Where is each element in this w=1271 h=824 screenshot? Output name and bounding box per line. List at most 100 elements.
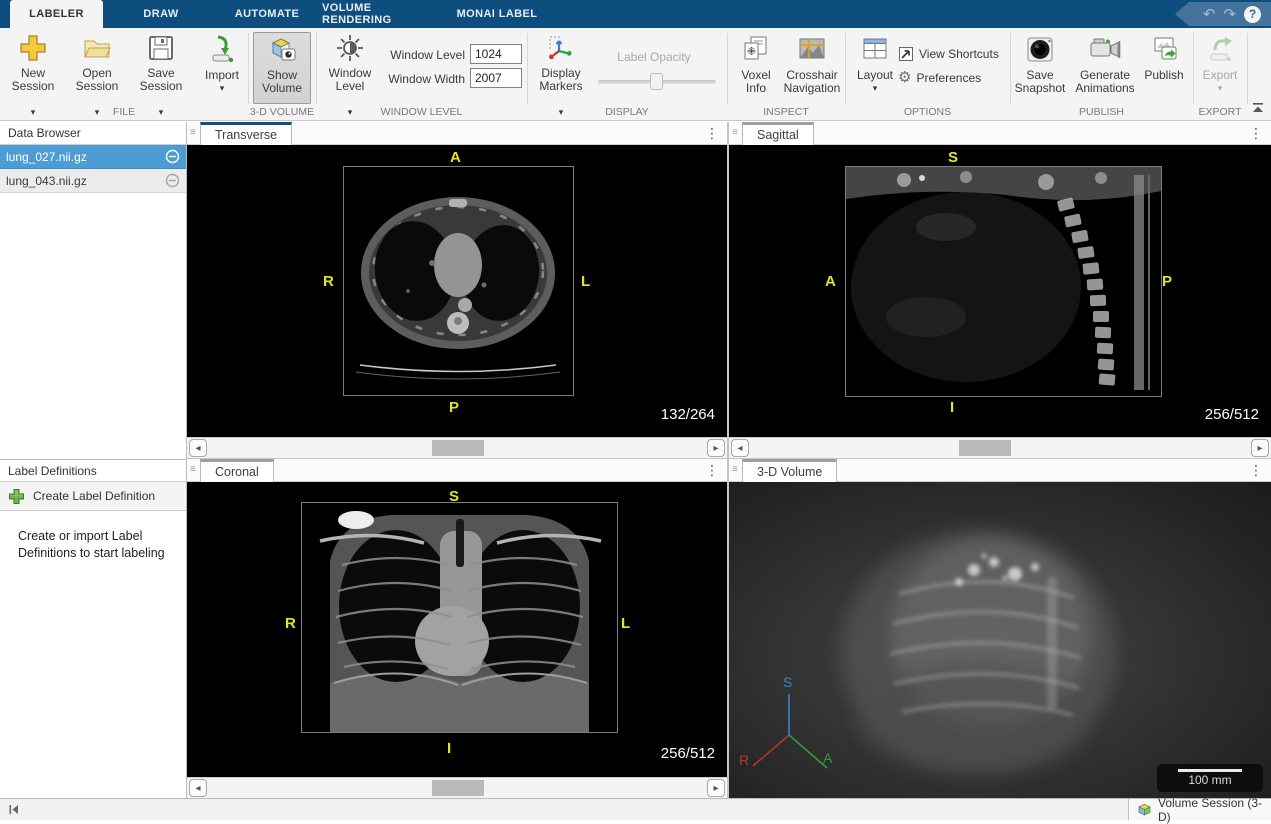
tab-automate[interactable]: AUTOMATE xyxy=(214,0,320,28)
save-session-button[interactable]: Save Session ▾ xyxy=(133,32,189,104)
volume-session-cube-icon xyxy=(1137,802,1152,817)
panel-grip-icon[interactable]: ≡ xyxy=(732,127,738,138)
label-opacity-slider-thumb[interactable] xyxy=(650,73,663,90)
axis-label-superior: S xyxy=(783,674,792,690)
scroll-left-button[interactable]: ◂ xyxy=(189,779,207,797)
voxel-info-icon xyxy=(741,33,771,65)
remove-item-icon[interactable] xyxy=(165,173,180,188)
save-floppy-icon xyxy=(146,33,176,63)
voxel-info-button[interactable]: Voxel Info xyxy=(731,32,781,104)
window-level-input[interactable] xyxy=(470,44,522,64)
view-shortcuts-button[interactable]: View Shortcuts xyxy=(898,46,999,62)
sagittal-viewport[interactable]: S A P I 256/512 xyxy=(729,145,1271,437)
import-label: Import xyxy=(205,69,239,82)
window-level-button[interactable]: Window Level ▾ xyxy=(322,32,378,104)
volume3d-viewport[interactable]: S R A 100 mm xyxy=(729,482,1271,798)
panel-grip-icon[interactable]: ≡ xyxy=(732,464,738,475)
sagittal-slice-indicator: 256/512 xyxy=(1205,406,1259,423)
transverse-viewport[interactable]: A R L P 132/264 xyxy=(187,145,727,437)
preferences-button[interactable]: ⚙ Preferences xyxy=(898,70,981,85)
scroll-left-button[interactable]: ◂ xyxy=(731,439,749,457)
transverse-slice-scrollbar[interactable]: ◂ ▸ xyxy=(187,437,727,458)
axis-label-anterior: A xyxy=(823,750,832,766)
data-browser-title: Data Browser xyxy=(8,126,81,140)
transverse-tab[interactable]: Transverse xyxy=(200,122,292,145)
transverse-tab-label: Transverse xyxy=(215,128,277,142)
show-volume-toggle[interactable]: Show Volume xyxy=(253,32,311,104)
viewport-grid: ≡ Transverse ⋮ xyxy=(187,122,1271,798)
crosshair-navigation-button[interactable]: Crosshair Navigation xyxy=(783,32,841,104)
volume3d-tab[interactable]: 3-D Volume xyxy=(742,459,837,482)
label-definitions-empty-text: Create or import Label Definitions to st… xyxy=(18,528,174,562)
import-button[interactable]: Import ▾ xyxy=(198,32,246,104)
sagittal-slice-scrollbar[interactable]: ◂ ▸ xyxy=(729,437,1271,458)
panel-grip-icon[interactable]: ≡ xyxy=(190,127,196,138)
import-caret-icon: ▾ xyxy=(220,82,225,95)
ribbon-divider xyxy=(527,33,528,104)
tab-draw[interactable]: DRAW xyxy=(125,0,197,28)
coronal-tab[interactable]: Coronal xyxy=(200,459,274,482)
show-volume-label: Show Volume xyxy=(254,69,310,95)
orientation-label-posterior: P xyxy=(449,399,459,416)
redo-icon[interactable]: ↷ xyxy=(1223,7,1236,22)
data-browser-header: Data Browser xyxy=(0,122,186,145)
layout-button[interactable]: Layout ▾ xyxy=(852,32,898,104)
crosshair-navigation-icon xyxy=(797,33,827,65)
publish-button[interactable]: Publish xyxy=(1140,32,1188,104)
scrollbar-thumb[interactable] xyxy=(432,440,484,456)
sagittal-panel: ≡ Sagittal ⋮ xyxy=(729,122,1271,458)
data-item-lung-027[interactable]: lung_027.nii.gz xyxy=(0,145,186,169)
options-section-label: OPTIONS xyxy=(845,106,1010,118)
tab-volume-rendering[interactable]: VOLUME RENDERING xyxy=(322,0,440,28)
show-volume-cube-icon xyxy=(267,33,297,65)
ribbon-divider xyxy=(316,33,317,104)
panel-menu-icon[interactable]: ⋮ xyxy=(1249,125,1263,142)
create-label-definition-label: Create Label Definition xyxy=(33,489,155,503)
layout-caret-icon: ▾ xyxy=(873,82,878,95)
create-label-definition-button[interactable]: Create Label Definition xyxy=(0,482,186,511)
coronal-viewport[interactable]: S R L I 256/512 xyxy=(187,482,727,776)
open-session-button[interactable]: Open Session ▾ xyxy=(69,32,125,104)
collapse-sidebar-icon[interactable] xyxy=(7,803,20,821)
scale-bar: 100 mm xyxy=(1157,764,1263,792)
generate-animations-label: Generate Animations xyxy=(1073,69,1137,95)
panel-menu-icon[interactable]: ⋮ xyxy=(705,462,719,479)
scrollbar-thumb[interactable] xyxy=(432,780,484,796)
sagittal-tab[interactable]: Sagittal xyxy=(742,122,814,145)
tab-labeler[interactable]: LABELER xyxy=(10,0,103,28)
scrollbar-thumb[interactable] xyxy=(959,440,1011,456)
panel-menu-icon[interactable]: ⋮ xyxy=(1249,462,1263,479)
panel-grip-icon[interactable]: ≡ xyxy=(190,464,196,475)
orientation-label-anterior: A xyxy=(450,149,461,166)
scroll-right-button[interactable]: ▸ xyxy=(707,779,725,797)
export-button[interactable]: Export ▾ xyxy=(1196,32,1244,104)
orientation-label-inferior: I xyxy=(447,740,451,757)
coronal-slice-scrollbar[interactable]: ◂ ▸ xyxy=(187,777,727,798)
export-section-label: EXPORT xyxy=(1193,106,1247,118)
display-markers-button[interactable]: Display Markers ▾ xyxy=(533,32,589,104)
save-snapshot-button[interactable]: Save Snapshot xyxy=(1013,32,1067,104)
help-button[interactable]: ? xyxy=(1244,6,1261,23)
scroll-right-button[interactable]: ▸ xyxy=(707,439,725,457)
window-width-input[interactable] xyxy=(470,68,522,88)
view-shortcuts-icon xyxy=(898,46,914,62)
session-type-chip: Volume Session (3-D) xyxy=(1128,799,1271,820)
tab-labeler-label: LABELER xyxy=(29,8,84,20)
quick-access-toolbar: ↶ ↷ ? xyxy=(1159,2,1271,26)
tab-monai-label[interactable]: MONAI LABEL xyxy=(452,0,542,28)
coronal-tab-label: Coronal xyxy=(215,465,259,479)
new-session-button[interactable]: New Session ▾ xyxy=(5,32,61,104)
orientation-label-left: L xyxy=(621,615,630,632)
scroll-left-button[interactable]: ◂ xyxy=(189,439,207,457)
video-camera-icon xyxy=(1088,33,1122,65)
generate-animations-button[interactable]: Generate Animations xyxy=(1072,32,1138,104)
panel-menu-icon[interactable]: ⋮ xyxy=(705,125,719,142)
publish-section-label: PUBLISH xyxy=(1010,106,1193,118)
undo-icon[interactable]: ↶ xyxy=(1203,7,1216,22)
collapse-ribbon-button[interactable] xyxy=(1251,100,1265,118)
data-item-lung-043[interactable]: lung_043.nii.gz xyxy=(0,169,186,193)
orientation-label-right: R xyxy=(323,273,334,290)
orientation-axes-indicator: S R A xyxy=(737,678,837,778)
remove-item-icon[interactable] xyxy=(165,149,180,164)
scroll-right-button[interactable]: ▸ xyxy=(1251,439,1269,457)
